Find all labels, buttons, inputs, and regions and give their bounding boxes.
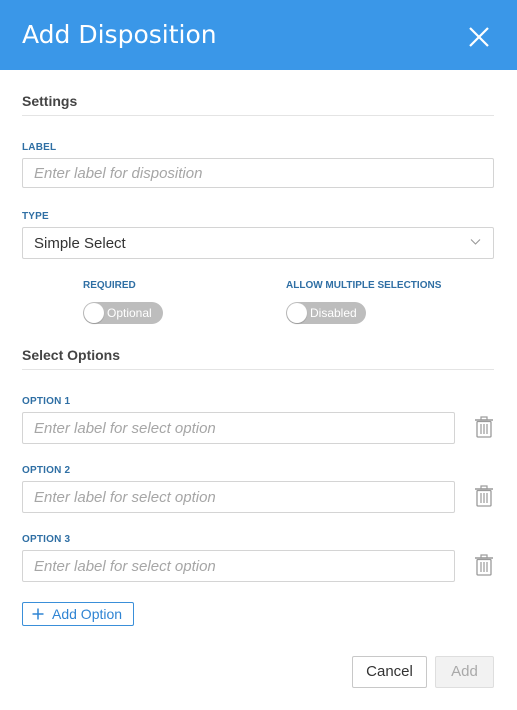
multiple-toggle-label: ALLOW MULTIPLE SELECTIONS: [286, 280, 442, 291]
add-disposition-dialog: Add Disposition Settings LABEL TYPE Simp…: [0, 0, 517, 710]
multiple-toggle-state: Disabled: [310, 306, 357, 320]
toggle-knob: [84, 303, 104, 323]
chevron-down-icon: [470, 239, 481, 245]
plus-icon: [32, 608, 44, 620]
settings-divider: [22, 115, 494, 116]
select-options-section-title: Select Options: [22, 347, 121, 363]
add-option-button[interactable]: Add Option: [22, 602, 134, 626]
trash-icon[interactable]: [474, 554, 494, 576]
option-3-label: OPTION 3: [22, 534, 71, 545]
trash-icon[interactable]: [474, 416, 494, 438]
settings-section-title: Settings: [22, 93, 78, 109]
close-icon[interactable]: [466, 24, 492, 50]
type-select-value: Simple Select: [34, 235, 126, 252]
label-input[interactable]: [22, 158, 494, 188]
cancel-button[interactable]: Cancel: [352, 656, 427, 688]
option-3-input[interactable]: [22, 550, 455, 582]
label-field-label: LABEL: [22, 142, 57, 153]
required-toggle-label: REQUIRED: [83, 280, 136, 291]
add-option-label: Add Option: [52, 606, 123, 622]
add-button[interactable]: Add: [435, 656, 494, 688]
option-1-input[interactable]: [22, 412, 455, 444]
dialog-title: Add Disposition: [22, 20, 217, 49]
toggle-knob: [287, 303, 307, 323]
allow-multiple-toggle[interactable]: Disabled: [286, 302, 366, 324]
trash-icon[interactable]: [474, 485, 494, 507]
select-options-divider: [22, 369, 494, 370]
type-field-label: TYPE: [22, 211, 49, 222]
option-2-label: OPTION 2: [22, 465, 71, 476]
type-select[interactable]: Simple Select: [22, 227, 494, 259]
required-toggle[interactable]: Optional: [83, 302, 163, 324]
required-toggle-state: Optional: [107, 306, 152, 320]
dialog-header: Add Disposition: [0, 0, 517, 70]
option-2-input[interactable]: [22, 481, 455, 513]
option-1-label: OPTION 1: [22, 396, 71, 407]
